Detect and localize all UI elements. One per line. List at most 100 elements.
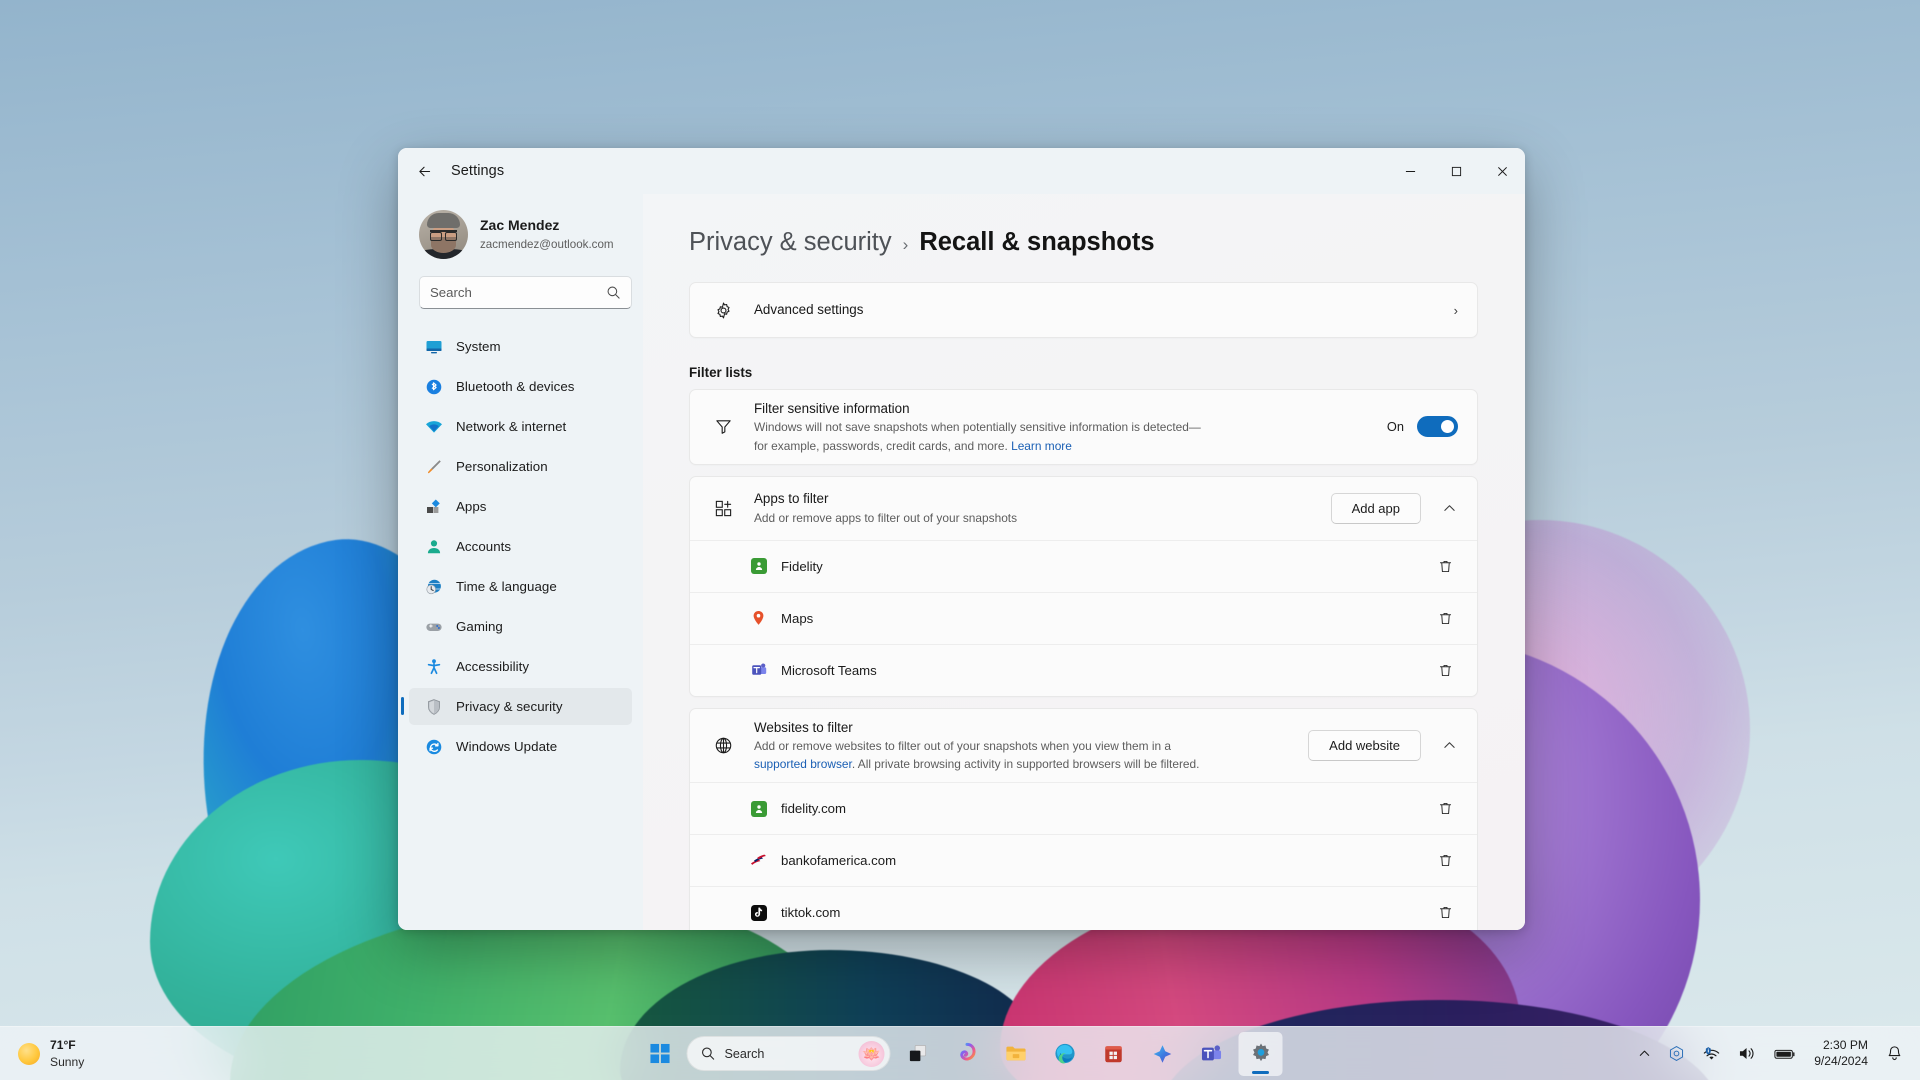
gear-icon <box>711 301 735 320</box>
task-view-button[interactable] <box>896 1032 940 1076</box>
shield-icon <box>424 697 443 716</box>
trash-icon <box>1439 907 1452 919</box>
copilot-icon <box>959 1042 976 1061</box>
delete-website-button[interactable] <box>1430 845 1461 876</box>
website-name: fidelity.com <box>781 801 846 817</box>
sidebar-item-bluetooth-devices[interactable]: Bluetooth & devices <box>409 368 632 405</box>
filter-sensitive-desc-line1: Windows will not save snapshots when pot… <box>754 420 1201 435</box>
filter-sensitive-toggle[interactable] <box>1417 416 1458 438</box>
sidebar-item-windows-update[interactable]: Windows Update <box>409 728 632 765</box>
app-title: Settings <box>451 163 505 179</box>
sidebar-item-label: Bluetooth & devices <box>456 379 575 394</box>
microsoft-edge-icon <box>1054 1043 1075 1064</box>
advanced-settings-card[interactable]: Advanced settings › <box>689 282 1478 338</box>
website-name: bankofamerica.com <box>781 853 897 869</box>
sun-icon <box>18 1042 40 1065</box>
sidebar-nav: System Bluetooth & devices Network & int… <box>401 328 632 765</box>
sidebar-item-label: System <box>456 339 501 354</box>
delete-website-button[interactable] <box>1430 897 1461 928</box>
fidelity-icon <box>750 558 767 575</box>
microsoft-store-button[interactable] <box>1092 1032 1136 1076</box>
clock-time: 2:30 PM <box>1822 1037 1868 1052</box>
search-input[interactable] <box>430 285 606 300</box>
sidebar-item-label: Personalization <box>456 459 548 474</box>
trash-icon <box>1439 803 1452 815</box>
file-explorer-button[interactable] <box>994 1032 1038 1076</box>
globe-icon <box>711 736 735 755</box>
supported-browser-link[interactable]: supported browser <box>754 757 852 771</box>
sidebar-item-accessibility[interactable]: Accessibility <box>409 648 632 685</box>
weather-condition: Sunny <box>50 1054 85 1069</box>
weather-widget[interactable]: 71°F Sunny <box>0 1032 96 1076</box>
app-list-item: Microsoft Teams <box>690 643 1477 696</box>
apps-collapse-toggle[interactable] <box>1434 493 1464 523</box>
clock-date: 9/24/2024 <box>1814 1053 1868 1068</box>
close-icon <box>1497 166 1507 176</box>
microsoft-teams-icon <box>1201 1044 1222 1060</box>
delete-website-button[interactable] <box>1430 793 1461 824</box>
close-button[interactable] <box>1479 148 1525 194</box>
title-bar: Settings <box>398 148 1525 194</box>
tray-expand-button[interactable] <box>1631 1034 1658 1074</box>
onedrive-tray-button[interactable] <box>1661 1034 1692 1074</box>
websites-to-filter-header: Websites to filter Add or remove website… <box>690 709 1477 783</box>
websites-to-filter-group: Websites to filter Add or remove website… <box>689 707 1478 930</box>
add-website-button[interactable]: Add website <box>1308 729 1421 761</box>
sidebar-item-privacy-security[interactable]: Privacy & security <box>401 688 632 725</box>
recall-button[interactable] <box>1141 1032 1185 1076</box>
sidebar-item-label: Time & language <box>456 579 557 594</box>
chevron-up-icon <box>1443 742 1455 748</box>
microsoft-teams-button[interactable] <box>1190 1032 1234 1076</box>
network-tray-button[interactable] <box>1695 1034 1728 1074</box>
volume-tray-button[interactable] <box>1731 1034 1764 1074</box>
sidebar-item-apps[interactable]: Apps <box>409 488 632 525</box>
filter-sensitive-toggle-group: On <box>1387 416 1461 438</box>
sidebar-item-label: Apps <box>456 499 487 514</box>
taskbar-search[interactable]: Search 🪷 <box>686 1036 891 1071</box>
sidebar-item-gaming[interactable]: Gaming <box>409 608 632 645</box>
start-button[interactable] <box>638 1032 682 1076</box>
microsoft-store-icon <box>1105 1045 1122 1062</box>
delete-app-button[interactable] <box>1430 551 1461 582</box>
settings-window: Settings Zac Mendez zacmendez@outlook.co… <box>398 148 1525 930</box>
lotus-icon[interactable]: 🪷 <box>858 1040 885 1067</box>
sidebar-item-label: Windows Update <box>456 739 558 754</box>
sidebar-item-label: Gaming <box>456 619 503 634</box>
funnel-icon <box>711 417 735 436</box>
search-icon <box>702 1047 715 1060</box>
microsoft-edge-button[interactable] <box>1043 1032 1087 1076</box>
delete-app-button[interactable] <box>1430 603 1461 634</box>
sidebar: Zac Mendez zacmendez@outlook.com Search … <box>398 194 643 930</box>
window-controls <box>1387 148 1525 194</box>
apps-to-filter-title: Apps to filter <box>754 491 829 507</box>
filter-sensitive-title: Filter sensitive information <box>754 401 910 416</box>
delete-app-button[interactable] <box>1430 655 1461 686</box>
settings-button[interactable] <box>1238 1031 1283 1076</box>
learn-more-link[interactable]: Learn more <box>1011 439 1072 453</box>
update-icon <box>424 737 443 756</box>
breadcrumb-parent[interactable]: Privacy & security <box>689 228 892 257</box>
bofa-icon <box>750 852 767 869</box>
battery-tray-button[interactable] <box>1767 1034 1803 1074</box>
windows-start-icon <box>649 1043 670 1064</box>
sidebar-item-accounts[interactable]: Accounts <box>409 528 632 565</box>
back-button[interactable] <box>407 154 441 188</box>
advanced-settings-row[interactable]: Advanced settings › <box>690 283 1477 337</box>
maximize-button[interactable] <box>1433 148 1479 194</box>
sidebar-item-personalization[interactable]: Personalization <box>409 448 632 485</box>
tiktok-icon <box>750 904 767 921</box>
copilot-button[interactable] <box>945 1032 989 1076</box>
clock[interactable]: 2:30 PM 9/24/2024 <box>1806 1034 1876 1074</box>
sidebar-item-system[interactable]: System <box>409 328 632 365</box>
minimize-button[interactable] <box>1387 148 1433 194</box>
sidebar-item-network-internet[interactable]: Network & internet <box>409 408 632 445</box>
sidebar-item-time-language[interactable]: Time & language <box>409 568 632 605</box>
sidebar-item-label: Network & internet <box>456 419 567 434</box>
websites-collapse-toggle[interactable] <box>1434 730 1464 760</box>
filter-sensitive-row: Filter sensitive information Windows wil… <box>690 390 1477 464</box>
account-block[interactable]: Zac Mendez zacmendez@outlook.com <box>409 194 632 268</box>
add-app-button[interactable]: Add app <box>1330 492 1421 524</box>
notification-center-button[interactable] <box>1879 1034 1910 1074</box>
sidebar-search[interactable] <box>419 276 632 309</box>
back-arrow-icon <box>418 166 430 176</box>
